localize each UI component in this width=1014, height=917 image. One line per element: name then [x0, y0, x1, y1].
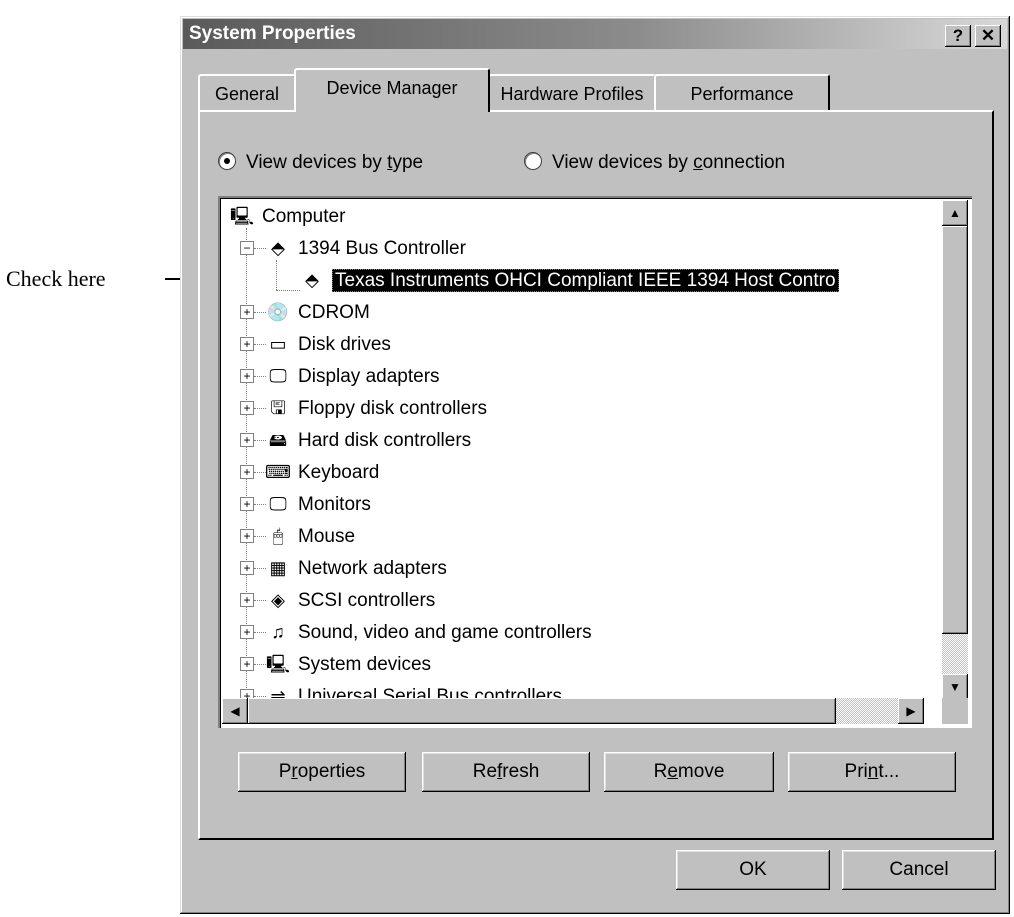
tree-line — [276, 290, 300, 291]
expand-toggle[interactable]: + — [240, 657, 254, 671]
tab-general[interactable]: General — [198, 74, 296, 110]
cancel-button[interactable]: Cancel — [842, 850, 996, 890]
help-button[interactable]: ? — [945, 25, 971, 47]
expand-toggle[interactable]: + — [240, 593, 254, 607]
tree-category-item[interactable]: ⇌ Universal Serial Bus controllers — [264, 680, 562, 700]
tab-device-manager[interactable]: Device Manager — [294, 68, 490, 112]
device-tree[interactable]: 🖳 Computer − ⬘ 1394 Bus Controller ⬘ Texas … — [218, 196, 972, 728]
close-button[interactable]: ✕ — [975, 25, 1001, 47]
refresh-button[interactable]: Refresh — [422, 752, 590, 792]
annotation-label: Check here — [6, 266, 106, 291]
print-button[interactable]: Print... — [788, 752, 956, 792]
tab-hardware-profiles[interactable]: Hardware Profiles — [488, 74, 656, 110]
expand-toggle[interactable]: + — [240, 625, 254, 639]
horizontal-scrollbar[interactable]: ◀ ▶ — [222, 698, 924, 724]
tree-category-item[interactable]: 🖱 Mouse — [264, 520, 355, 552]
controller-icon: ⬘ — [305, 270, 319, 290]
hard-disk-controller-icon: 🖴 — [268, 430, 288, 450]
expand-toggle[interactable]: + — [240, 337, 254, 351]
tree-root-computer[interactable]: 🖳 Computer — [228, 200, 345, 232]
tree-category-item[interactable]: 🖳 System devices — [264, 648, 431, 680]
view-by-type-radio[interactable]: View devices by type — [218, 152, 423, 174]
tree-item-texas-instruments-host-controller[interactable]: ⬘ Texas Instruments OHCI Compliant IEEE 1… — [298, 264, 839, 296]
keyboard-icon: ⌨ — [265, 462, 291, 482]
radio-button[interactable] — [524, 152, 542, 170]
device-manager-panel: View devices by type View devices by con… — [198, 110, 994, 840]
scroll-right-icon[interactable]: ▶ — [898, 698, 924, 724]
cdrom-icon: 💿 — [266, 302, 290, 322]
collapse-toggle[interactable]: − — [240, 241, 254, 255]
tree-category-item[interactable]: 🖵 Monitors — [264, 488, 371, 520]
expand-toggle[interactable]: + — [240, 401, 254, 415]
usb-icon: ⇌ — [270, 686, 286, 700]
tree-category-item[interactable]: 🖵 Display adapters — [264, 360, 439, 392]
expand-toggle[interactable]: + — [240, 465, 254, 479]
scrollbar-corner — [942, 698, 968, 724]
scroll-up-icon[interactable]: ▲ — [942, 200, 968, 226]
tree-category-item[interactable]: ◈ SCSI controllers — [264, 584, 435, 616]
horizontal-scroll-track[interactable] — [836, 698, 898, 724]
radio-button-selected[interactable] — [218, 152, 236, 170]
vertical-scroll-thumb[interactable] — [942, 226, 968, 634]
view-by-connection-radio[interactable]: View devices by connection — [524, 152, 785, 174]
tab-performance[interactable]: Performance — [654, 74, 830, 110]
vertical-scrollbar[interactable]: ▲ ▼ — [942, 200, 968, 700]
tree-line — [276, 260, 277, 290]
monitor-icon: 🖵 — [269, 366, 287, 386]
tree-category-item[interactable]: 💿 CDROM — [264, 296, 370, 328]
tree-category-item[interactable]: 🖴 Hard disk controllers — [264, 424, 471, 456]
ok-button[interactable]: OK — [676, 850, 830, 890]
expand-toggle[interactable]: + — [240, 561, 254, 575]
expand-toggle[interactable]: + — [240, 433, 254, 447]
scsi-icon: ◈ — [271, 590, 285, 610]
title-bar[interactable]: System Properties ? ✕ — [183, 19, 1007, 49]
floppy-controller-icon: 🖫 — [270, 398, 286, 418]
system-device-icon: 🖳 — [265, 654, 290, 674]
horizontal-scroll-thumb[interactable] — [248, 698, 836, 724]
window-title: System Properties — [189, 23, 356, 44]
controller-icon: ⬘ — [271, 238, 285, 258]
network-adapter-icon: ▦ — [269, 558, 287, 578]
expand-toggle[interactable]: + — [240, 369, 254, 383]
device-tree-content: 🖳 Computer − ⬘ 1394 Bus Controller ⬘ Texas … — [222, 200, 924, 700]
expand-toggle[interactable]: + — [240, 305, 254, 319]
disk-drive-icon: ▭ — [269, 334, 287, 354]
properties-button[interactable]: Properties — [238, 752, 406, 792]
tree-category-item[interactable]: ▦ Network adapters — [264, 552, 446, 584]
system-properties-dialog: System Properties ? ✕ General Hardware P… — [180, 16, 1010, 914]
vertical-scroll-track[interactable] — [942, 634, 968, 674]
scroll-left-icon[interactable]: ◀ — [222, 698, 248, 724]
tree-category-item[interactable]: ⌨ Keyboard — [264, 456, 379, 488]
sound-icon: ♫ — [271, 622, 285, 642]
monitor-icon: 🖵 — [269, 494, 287, 514]
tree-item-1394-bus-controller[interactable]: ⬘ 1394 Bus Controller — [264, 232, 466, 264]
expand-toggle[interactable]: + — [240, 497, 254, 511]
remove-button[interactable]: Remove — [604, 752, 774, 792]
tree-category-item[interactable]: ▭ Disk drives — [264, 328, 390, 360]
computer-icon: 🖳 — [229, 206, 254, 226]
tree-category-item[interactable]: 🖫 Floppy disk controllers — [264, 392, 487, 424]
scroll-down-icon[interactable]: ▼ — [942, 674, 968, 700]
expand-toggle[interactable]: + — [240, 529, 254, 543]
mouse-icon: 🖱 — [272, 526, 284, 546]
tree-category-item[interactable]: ♫ Sound, video and game controllers — [264, 616, 591, 648]
